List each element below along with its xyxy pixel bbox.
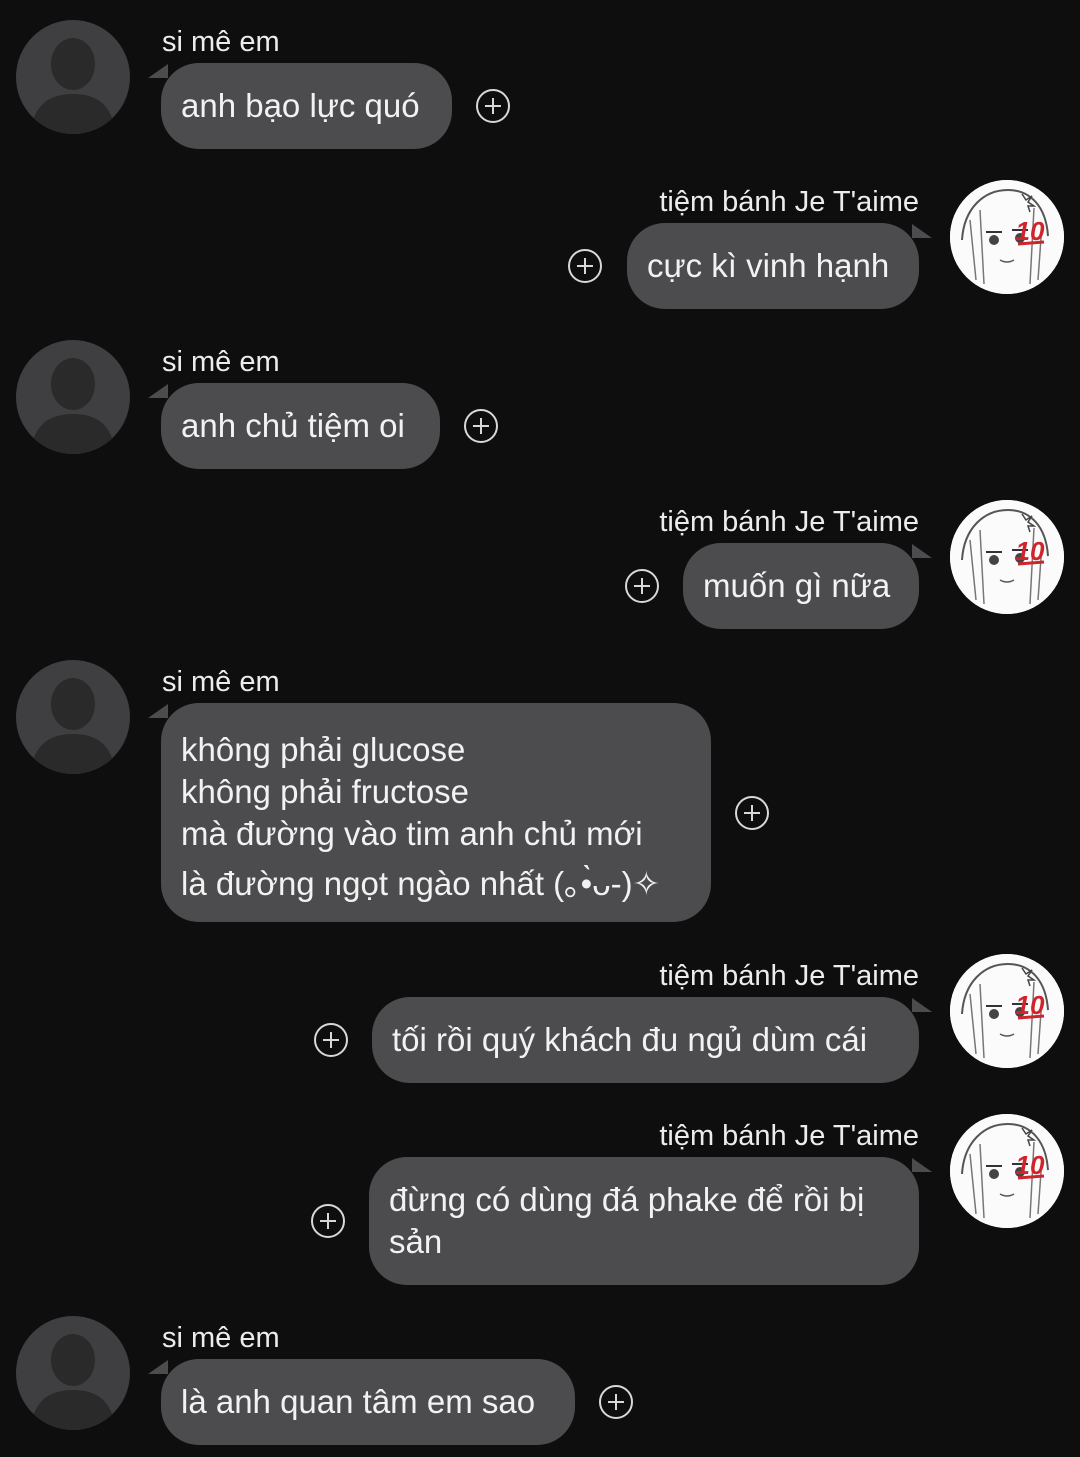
avatar[interactable]: 10 [950,180,1064,294]
message-line: đừng có dùng đá phake để rồi bị [389,1181,865,1218]
message-bubble[interactable]: muốn gì nữa [683,543,919,629]
default-avatar-icon [30,678,116,774]
default-avatar-icon [30,1334,116,1430]
sender-name: si mê em [162,666,280,698]
sender-name: tiệm bánh Je T'aime [659,506,919,538]
anime-avatar-icon: 10 [950,1114,1064,1228]
message-line: là đường ngọt ngào nhất (｡•̀ᴗ-)✧ [181,865,661,902]
sender-name: tiệm bánh Je T'aime [659,186,919,218]
avatar[interactable]: 10 [950,500,1064,614]
add-reaction-icon[interactable] [476,89,510,123]
message-bubble[interactable]: tối rồi quý khách đu ngủ dùm cái [372,997,919,1083]
add-reaction-icon[interactable] [314,1023,348,1057]
message-bubble[interactable]: đừng có dùng đá phake để rồi bị sản [369,1157,919,1285]
avatar[interactable]: 10 [950,1114,1064,1228]
message-bubble[interactable]: cực kì vinh hạnh [627,223,919,309]
avatar[interactable] [16,660,130,774]
add-reaction-icon[interactable] [311,1204,345,1238]
message-bubble[interactable]: không phải glucose không phải fructose m… [161,703,711,922]
message-line: không phải fructose [181,773,470,810]
anime-avatar-icon: 10 [950,180,1064,294]
message-text: anh chủ tiệm oi [181,407,405,444]
bubble-tail [148,704,168,718]
avatar[interactable] [16,20,130,134]
avatar[interactable] [16,1316,130,1430]
sender-name: si mê em [162,26,280,58]
sender-name: si mê em [162,1322,280,1354]
message-bubble[interactable]: anh chủ tiệm oi [161,383,440,469]
message-bubble[interactable]: anh bạo lực quó [161,63,452,149]
add-reaction-icon[interactable] [735,796,769,830]
message-text: là anh quan tâm em sao [181,1383,536,1420]
message-line: không phải glucose [181,731,466,768]
bubble-tail [148,1360,168,1374]
message-line: mà đường vào tim anh chủ mới [181,815,643,852]
bubble-tail [912,1158,932,1172]
default-avatar-icon [30,38,116,134]
bubble-tail [912,224,932,238]
default-avatar-icon [30,358,116,454]
bubble-tail [148,384,168,398]
bubble-tail [912,544,932,558]
message-text: tối rồi quý khách đu ngủ dùm cái [392,1021,868,1058]
sender-name: tiệm bánh Je T'aime [659,960,919,992]
add-reaction-icon[interactable] [625,569,659,603]
sender-name: si mê em [162,346,280,378]
bubble-tail [912,998,932,1012]
add-reaction-icon[interactable] [464,409,498,443]
sender-name: tiệm bánh Je T'aime [659,1120,919,1152]
anime-avatar-icon: 10 [950,500,1064,614]
message-text: muốn gì nữa [703,567,891,604]
message-bubble[interactable]: là anh quan tâm em sao [161,1359,575,1445]
add-reaction-icon[interactable] [599,1385,633,1419]
message-text: anh bạo lực quó [181,87,420,124]
bubble-tail [148,64,168,78]
message-text: cực kì vinh hạnh [647,247,890,284]
anime-avatar-icon: 10 [950,954,1064,1068]
message-line: sản [389,1223,443,1260]
avatar[interactable] [16,340,130,454]
add-reaction-icon[interactable] [568,249,602,283]
avatar[interactable]: 10 [950,954,1064,1068]
